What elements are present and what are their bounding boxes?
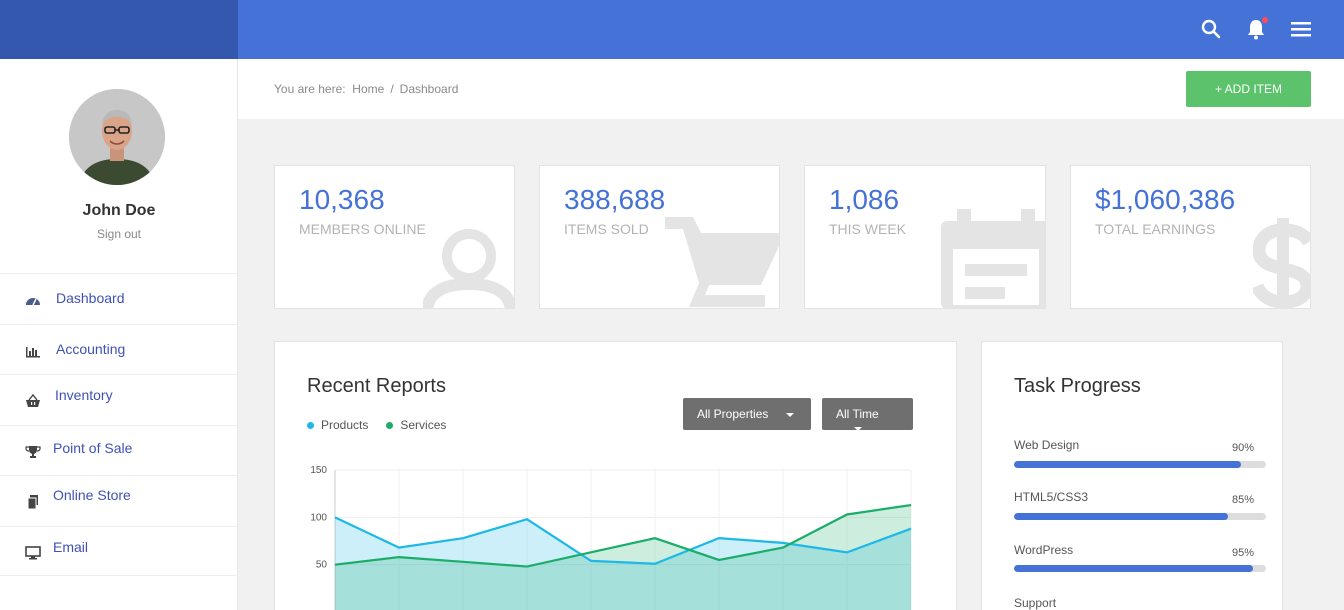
- legend-dot: [386, 422, 394, 430]
- task-percent: 85%: [1232, 494, 1255, 506]
- task-percent: 90%: [1232, 442, 1255, 454]
- chevron-down-icon: [854, 426, 862, 431]
- panel-title: Task Progress: [1014, 375, 1141, 397]
- sidebar-item-online-store[interactable]: Online Store: [0, 475, 238, 526]
- user-name: John Doe: [82, 202, 156, 219]
- stat-value: 10,368: [299, 184, 385, 215]
- sidebar-item-label: Online Store: [53, 487, 131, 503]
- sidebar-item-label: Accounting: [56, 340, 126, 357]
- stat-card-total-earnings: $1,060,386 TOTAL EARNINGS: [1070, 165, 1311, 309]
- task-progress-bar: [1014, 565, 1266, 572]
- stat-label: TOTAL EARNINGS: [1095, 221, 1216, 237]
- basket-icon: [25, 393, 41, 408]
- sidebar: John Doe Sign out Dashboard Accounting I…: [0, 59, 238, 610]
- bar-chart-icon: [25, 344, 41, 358]
- stat-card-members: 10,368 MEMBERS ONLINE: [274, 165, 515, 309]
- menu-icon[interactable]: [1289, 17, 1313, 41]
- task-label: HTML5/CSS3: [1014, 490, 1089, 504]
- breadcrumb-prefix: You are here:: [274, 82, 346, 96]
- calendar-icon: [941, 209, 1045, 308]
- stat-value: $1,060,386: [1095, 184, 1236, 215]
- stat-card-this-week: 1,086 THIS WEEK: [804, 165, 1046, 309]
- stat-label: THIS WEEK: [829, 221, 907, 237]
- properties-dropdown[interactable]: All Properties: [683, 398, 811, 430]
- sidebar-item-point-of-sale[interactable]: Point of Sale: [0, 424, 238, 476]
- sidebar-item-label: Email: [53, 538, 89, 555]
- breadcrumb: You are here: Home / Dashboard: [274, 82, 458, 96]
- sidebar-item-dashboard[interactable]: Dashboard: [0, 273, 238, 324]
- stat-card-items-sold: 388,688 ITEMS SOLD: [539, 165, 780, 309]
- task-label: Support: [1014, 596, 1057, 610]
- sign-out-link[interactable]: Sign out: [0, 227, 238, 241]
- monitor-icon: [25, 545, 41, 560]
- legend-dot: [307, 422, 314, 430]
- stat-label: MEMBERS ONLINE: [299, 221, 426, 237]
- task-progress-bar: [1014, 513, 1266, 520]
- sidebar-item-accounting[interactable]: Accounting: [0, 323, 238, 375]
- cart-icon: [665, 217, 779, 307]
- top-header: [238, 0, 1344, 59]
- avatar: [69, 89, 165, 185]
- task-label: Web Design: [1014, 438, 1080, 452]
- trophy-icon: [25, 445, 41, 459]
- sidebar-item-label: Point of Sale: [53, 439, 133, 456]
- y-tick-label: 150: [310, 465, 327, 476]
- stat-label: ITEMS SOLD: [564, 221, 649, 237]
- chart-legend: Products Services: [307, 418, 446, 432]
- files-icon: [25, 495, 41, 510]
- legend-label: Products: [321, 418, 369, 432]
- recent-reports-panel: Recent Reports Products Services All Pro…: [274, 341, 957, 610]
- dropdown-value: All Properties: [697, 407, 769, 421]
- stat-value: 388,688: [564, 184, 666, 215]
- y-tick-label: 50: [316, 560, 328, 571]
- notification-badge: [1262, 17, 1268, 23]
- task-progress-bar: [1014, 461, 1266, 468]
- time-dropdown[interactable]: All Time: [822, 398, 913, 431]
- task-progress-fill: [1014, 461, 1241, 468]
- breadcrumb-separator: /: [390, 82, 394, 96]
- panel-title: Recent Reports: [307, 375, 446, 397]
- sidebar-nav: Dashboard Accounting Inventory Point of …: [0, 273, 238, 576]
- dashboard-icon: [25, 293, 41, 307]
- task-progress-panel: Task Progress Web Design 90% HTML5/CSS3 …: [981, 341, 1283, 610]
- breadcrumb-home-link[interactable]: Home: [352, 82, 384, 96]
- y-tick-label: 100: [310, 512, 327, 523]
- sidebar-item-label: Dashboard: [56, 290, 125, 306]
- chevron-down-icon: [786, 412, 795, 417]
- task-label: WordPress: [1014, 543, 1074, 557]
- task-progress-fill: [1014, 565, 1254, 572]
- reports-chart: 50 100 150: [310, 465, 912, 610]
- dollar-icon: [1253, 218, 1310, 308]
- breadcrumb-bar: You are here: Home / Dashboard + ADD ITEM: [238, 59, 1344, 119]
- task-percent: 95%: [1232, 547, 1255, 559]
- user-icon: [423, 229, 514, 308]
- task-progress-fill: [1014, 513, 1229, 520]
- sidebar-item-email[interactable]: Email: [0, 525, 238, 576]
- stat-value: 1,086: [829, 184, 900, 215]
- dropdown-value: All Time: [836, 407, 879, 421]
- legend-products: Products: [307, 418, 368, 432]
- sidebar-item-inventory[interactable]: Inventory: [0, 374, 238, 425]
- sidebar-item-label: Inventory: [55, 387, 113, 403]
- add-item-button[interactable]: + ADD ITEM: [1186, 71, 1311, 107]
- brand-area: [0, 0, 238, 59]
- breadcrumb-current: Dashboard: [399, 82, 459, 96]
- bell-icon[interactable]: [1244, 17, 1268, 41]
- legend-services: Services: [386, 418, 446, 432]
- legend-label: Services: [400, 418, 447, 432]
- search-icon[interactable]: [1199, 17, 1223, 41]
